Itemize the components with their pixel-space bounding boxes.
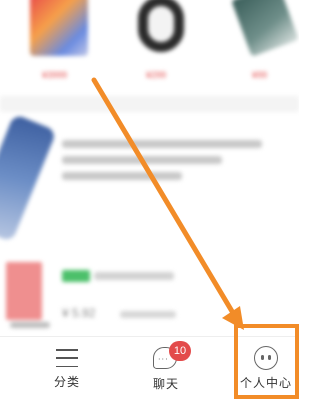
highlight-box [234, 324, 299, 399]
promo-tag [62, 270, 90, 282]
product-price: ¥99 [252, 70, 268, 80]
menu-lines-icon [56, 347, 78, 369]
product-title-line [62, 156, 222, 164]
promo-text [94, 272, 174, 280]
product-title-line [62, 140, 262, 148]
product-image-thumb[interactable] [6, 262, 42, 320]
sales-info [120, 311, 176, 318]
product-price: ¥299 [146, 70, 167, 80]
tab-chat[interactable]: ··· 10 聊天 [138, 337, 194, 399]
product-image-umbrella[interactable] [0, 113, 57, 243]
section-divider [0, 96, 299, 112]
caption-text [10, 322, 50, 328]
app-screen: ¥3999 ¥299 ¥99 ¥ 5.92 分类 ··· 10 聊天 个人中心 [0, 0, 299, 399]
chat-bubble-icon: ··· 10 [153, 341, 191, 371]
product-price-large: ¥ 5.92 [62, 306, 96, 320]
product-image-band[interactable] [138, 0, 184, 52]
unread-badge: 10 [169, 341, 191, 361]
product-title-line [62, 172, 182, 180]
tab-category[interactable]: 分类 [42, 337, 92, 399]
product-image-phone-2[interactable] [231, 0, 299, 57]
product-feed: ¥3999 ¥299 ¥99 ¥ 5.92 [0, 0, 299, 335]
tab-label: 分类 [53, 375, 80, 389]
tab-label: 聊天 [152, 377, 179, 391]
product-price: ¥3999 [42, 70, 68, 80]
product-image-phone[interactable] [30, 0, 88, 56]
